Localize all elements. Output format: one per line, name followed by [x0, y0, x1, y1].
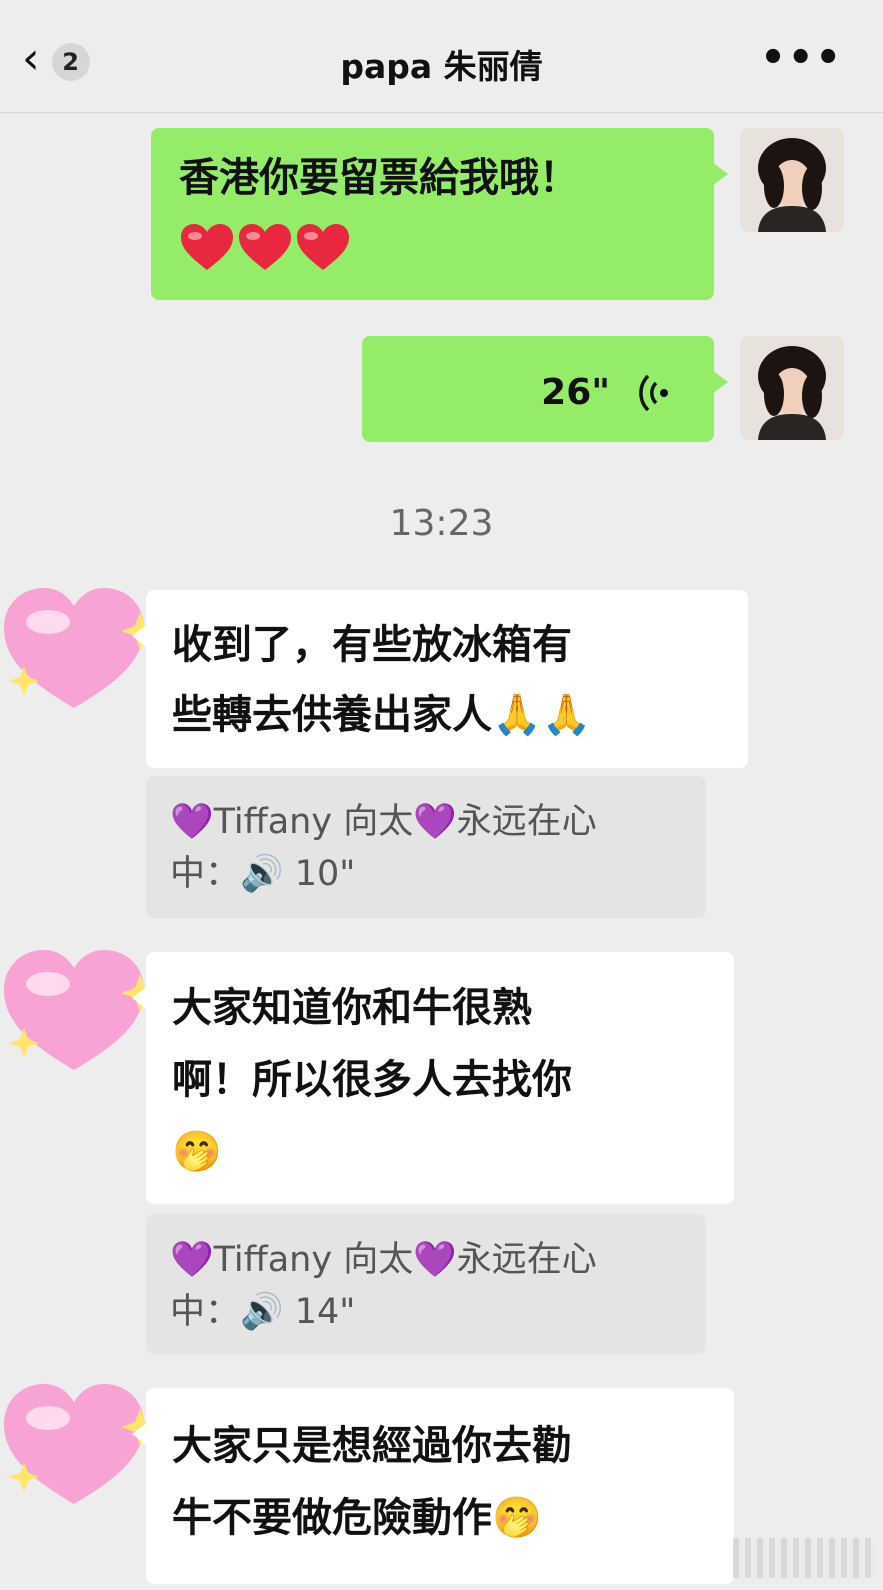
message-text: 香港你要留票給我哦！: [179, 155, 579, 201]
message-text-line: 牛不要做危險動作🤭: [172, 1495, 542, 1541]
avatar-photo-icon: [740, 128, 844, 232]
avatar-photo-icon: [740, 336, 844, 440]
received-message-bubble[interactable]: 收到了，有些放冰箱有 些轉去供養出家人🙏🙏: [132, 590, 748, 768]
chat-timestamp: 13:23: [389, 503, 494, 544]
message-text-line: 些轉去供養出家人🙏🙏: [172, 692, 592, 738]
message-text-line: 🤭: [172, 1129, 222, 1175]
my-avatar[interactable]: [740, 128, 844, 232]
sender-avatar[interactable]: [0, 582, 160, 716]
watermark: [733, 1538, 873, 1578]
sent-voice-bubble[interactable]: 26": [362, 336, 728, 442]
sender-avatar[interactable]: [0, 944, 160, 1078]
more-options-button[interactable]: •••: [760, 38, 843, 78]
quote-text-line: 💜Tiffany 向太💜永远在心: [170, 1240, 597, 1280]
quote-text-line: 💜Tiffany 向太💜永远在心: [170, 802, 597, 842]
voice-duration: 26": [541, 372, 610, 413]
received-message-bubble[interactable]: 大家只是想經過你去勸 牛不要做危險動作🤭: [132, 1388, 734, 1584]
received-message-bubble[interactable]: 大家知道你和牛很熟 啊！所以很多人去找你 🤭: [132, 952, 734, 1204]
message-text-line: 啊！所以很多人去找你: [172, 1057, 572, 1103]
message-text-line: 大家只是想經過你去勸: [172, 1423, 572, 1469]
voice-wave-icon: [639, 374, 668, 412]
chat-header: ‹ 2 papa 朱丽倩 •••: [0, 0, 883, 113]
red-heart-icon: [181, 224, 233, 270]
my-avatar[interactable]: [740, 336, 844, 440]
quoted-reply[interactable]: 💜Tiffany 向太💜永远在心 中：🔊 10": [146, 776, 706, 918]
message-text-line: 大家知道你和牛很熟: [172, 985, 532, 1031]
chat-title: papa 朱丽倩: [340, 47, 543, 86]
red-heart-icon: [239, 224, 291, 270]
quote-text-line: 中：🔊 10": [170, 854, 356, 894]
sent-message-bubble[interactable]: 香港你要留票給我哦！: [151, 128, 728, 300]
quoted-reply[interactable]: 💜Tiffany 向太💜永远在心 中：🔊 14": [146, 1214, 706, 1354]
heart-emojis: [181, 224, 355, 272]
message-text-line: 收到了，有些放冰箱有: [172, 622, 572, 668]
quote-text-line: 中：🔊 14": [170, 1292, 356, 1332]
red-heart-icon: [297, 224, 349, 270]
